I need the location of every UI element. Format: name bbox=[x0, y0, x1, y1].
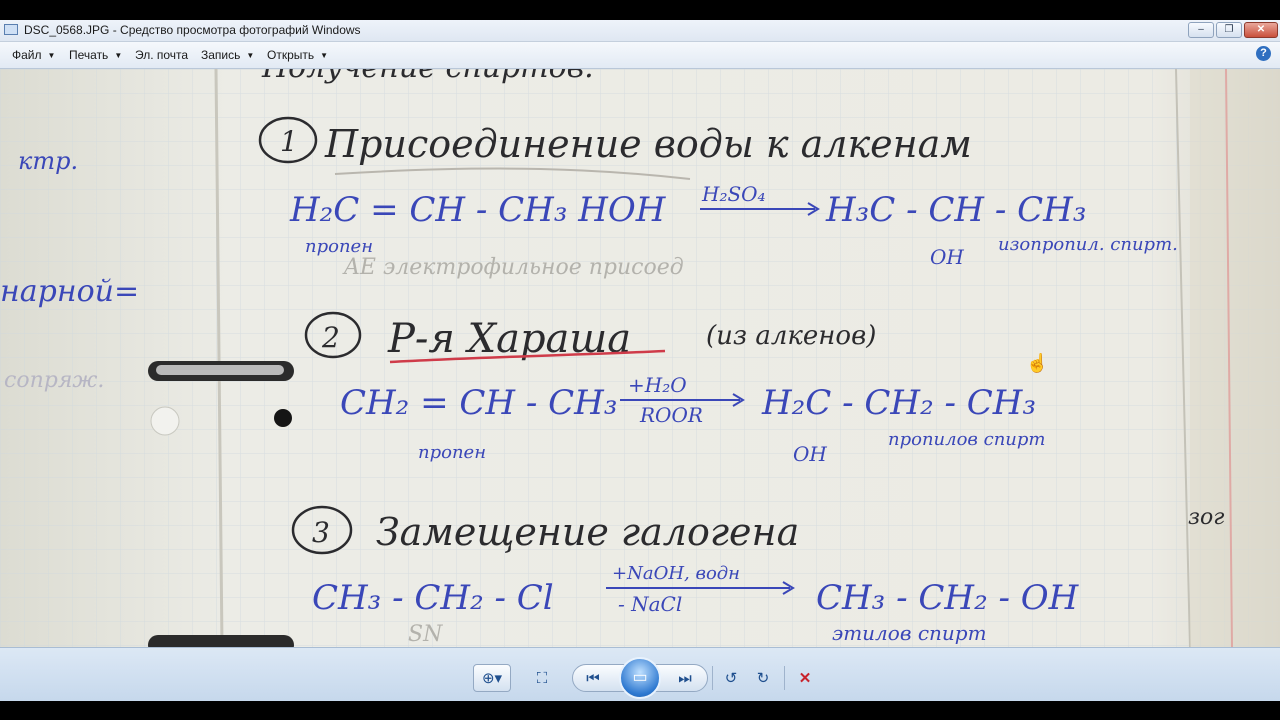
toolbar-divider bbox=[712, 666, 713, 690]
title-bar: DSC_0568.JPG - Средство просмотра фотогр… bbox=[0, 20, 1280, 42]
eq3-condition-bottom: - NaCl bbox=[618, 592, 682, 616]
item3-number: 3 bbox=[312, 516, 330, 549]
rotate-left-button[interactable]: ↺ bbox=[718, 666, 744, 690]
item2-note: (из алкенов) bbox=[706, 321, 876, 351]
eq2-left-name: пропен bbox=[418, 442, 486, 463]
close-icon: ✕ bbox=[1256, 24, 1266, 35]
rotate-right-button[interactable]: ↻ bbox=[750, 666, 776, 690]
menu-file[interactable]: Файл ▼ bbox=[12, 48, 55, 62]
chevron-down-icon: ▼ bbox=[320, 51, 329, 60]
menu-file-label: Файл bbox=[12, 48, 42, 62]
eq2-condition-bottom: ROOR bbox=[639, 403, 703, 427]
maximize-icon: ❐ bbox=[1224, 24, 1234, 35]
menu-bar: Файл ▼ Печать ▼ Эл. почта Запись ▼ Открыть ▼… bbox=[0, 42, 1280, 69]
item1-number: 1 bbox=[280, 125, 298, 158]
chevron-down-icon: ▼ bbox=[47, 51, 56, 60]
menu-email-label: Эл. почта bbox=[135, 48, 189, 62]
actual-size-button[interactable]: ⛶ bbox=[528, 664, 556, 692]
eq1-left-name: пропен bbox=[305, 236, 373, 257]
eq1-right: H₃C - CH - CH₃ bbox=[825, 190, 1086, 230]
menu-print[interactable]: Печать ▼ bbox=[69, 48, 122, 62]
chevron-down-icon: ▼ bbox=[246, 51, 255, 60]
menu-email[interactable]: Эл. почта bbox=[135, 48, 188, 62]
delete-button[interactable]: ✕ bbox=[792, 666, 818, 690]
right-edge-word: зог bbox=[1188, 505, 1224, 530]
minimize-icon: – bbox=[1198, 24, 1204, 35]
slideshow-icon: ▭ bbox=[632, 669, 648, 686]
menu-open[interactable]: Открыть ▼ bbox=[267, 48, 328, 62]
eq2-right: H₂C - CH₂ - CH₃ bbox=[761, 383, 1036, 423]
eq2-right-name: пропилов спирт bbox=[888, 429, 1046, 450]
rotate-left-icon: ↺ bbox=[724, 670, 738, 687]
fit-window-icon: ⛶ bbox=[536, 670, 548, 687]
delete-icon: ✕ bbox=[798, 670, 812, 687]
item1-title: Присоединение воды к алкенам bbox=[324, 122, 972, 166]
photo-viewer-window: DSC_0568.JPG - Средство просмотра фотогр… bbox=[0, 20, 1280, 701]
rotate-right-icon: ↻ bbox=[756, 670, 770, 687]
next-icon: ⏭ bbox=[678, 670, 692, 687]
eq1-note: AE электрофильное присоед bbox=[342, 255, 684, 280]
previous-button[interactable]: ⏮ bbox=[578, 666, 608, 690]
heading-partial: Получение спиртов. bbox=[261, 69, 594, 85]
window-title: DSC_0568.JPG - Средство просмотра фотогр… bbox=[24, 23, 361, 37]
item2-number: 2 bbox=[321, 321, 340, 354]
eq2-left: CH₂ = CH - CH₃ bbox=[340, 383, 617, 423]
item2-title: Р-я Хараша bbox=[387, 316, 631, 362]
eq3-note: SN bbox=[408, 622, 443, 647]
chevron-down-icon: ▼ bbox=[114, 51, 123, 60]
toolbar-divider bbox=[784, 666, 785, 690]
menu-print-label: Печать bbox=[69, 48, 109, 62]
eq1-condition: H₂SO₄ bbox=[701, 182, 766, 206]
previous-icon: ⏮ bbox=[586, 670, 600, 687]
close-button[interactable]: ✕ bbox=[1244, 22, 1278, 38]
menu-open-label: Открыть bbox=[267, 48, 315, 62]
eq3-condition-top: +NaOH, водн bbox=[612, 563, 740, 584]
zoom-button[interactable]: ⊕▾ bbox=[473, 664, 511, 692]
eq3-left: CH₃ - CH₂ - Cl bbox=[312, 578, 554, 618]
minimize-button[interactable]: – bbox=[1188, 22, 1214, 38]
item3-title: Замещение галогена bbox=[376, 510, 799, 554]
eq1-oh: OH bbox=[930, 245, 964, 269]
app-icon bbox=[4, 24, 18, 35]
viewer-toolbar: ⊕▾ ⛶ ⏮ ⏭ ▭ ↺ ↻ ✕ bbox=[0, 647, 1280, 701]
notebook-photo: Получение спиртов. 1 Присоединение воды … bbox=[0, 69, 1280, 647]
eq3-right-name: этилов спирт bbox=[832, 621, 987, 645]
left-page-word-1: ктр. bbox=[18, 147, 78, 175]
menu-burn[interactable]: Запись ▼ bbox=[201, 48, 254, 62]
photo-canvas[interactable]: Получение спиртов. 1 Присоединение воды … bbox=[0, 69, 1280, 647]
eq2-oh: OH bbox=[793, 442, 827, 466]
help-icon[interactable]: ? bbox=[1256, 46, 1271, 61]
eq1-right-name: изопропил. спирт. bbox=[998, 234, 1178, 255]
zoom-icon: ⊕▾ bbox=[481, 670, 503, 687]
slideshow-button[interactable]: ▭ bbox=[619, 657, 661, 699]
left-page-word-2: нарной= bbox=[0, 274, 139, 309]
eq1-left: H₂C = CH - CH₃ HOH bbox=[289, 190, 667, 230]
left-page-word-3: сопряж. bbox=[4, 368, 104, 393]
hand-cursor-icon: ☝ bbox=[1026, 353, 1049, 373]
next-button[interactable]: ⏭ bbox=[670, 666, 700, 690]
eq3-right: CH₃ - CH₂ - OH bbox=[816, 578, 1080, 618]
eq2-condition-top: +H₂O bbox=[628, 373, 687, 397]
menu-burn-label: Запись bbox=[201, 48, 241, 62]
maximize-button[interactable]: ❐ bbox=[1216, 22, 1242, 38]
